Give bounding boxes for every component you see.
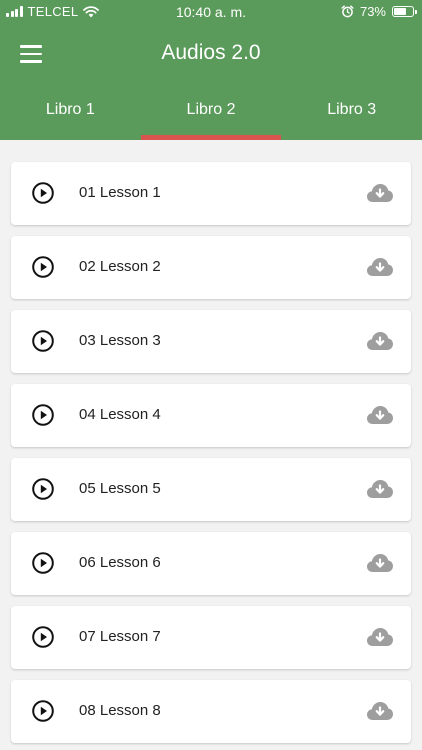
cloud-download-icon[interactable]: [366, 552, 394, 574]
cloud-download-icon[interactable]: [366, 404, 394, 426]
battery-percent: 73%: [359, 4, 386, 19]
list-item[interactable]: 08 Lesson 8: [11, 680, 411, 743]
play-circle-icon[interactable]: [32, 182, 54, 204]
cloud-download-icon[interactable]: [366, 256, 394, 278]
play-circle-icon[interactable]: [32, 330, 54, 352]
play-circle-icon[interactable]: [32, 256, 54, 278]
lesson-list: 01 Lesson 1 02 Lesson 2 03 Lesson 3 04 Less…: [0, 140, 422, 750]
list-item[interactable]: 04 Lesson 4: [11, 384, 411, 447]
lesson-label: 03 Lesson 3: [79, 332, 161, 349]
play-circle-icon[interactable]: [32, 626, 54, 648]
lesson-label: 01 Lesson 1: [79, 184, 161, 201]
status-right: 73%: [341, 4, 417, 19]
tab-libro-2[interactable]: Libro 2: [140, 88, 282, 140]
lesson-label: 08 Lesson 8: [79, 702, 161, 719]
play-circle-icon[interactable]: [32, 404, 54, 426]
list-item[interactable]: 03 Lesson 3: [11, 310, 411, 373]
alarm-icon: [341, 5, 354, 18]
play-circle-icon[interactable]: [32, 700, 54, 722]
cloud-download-icon[interactable]: [366, 478, 394, 500]
page-title: Audios 2.0: [161, 41, 261, 64]
list-item[interactable]: 02 Lesson 2: [11, 236, 411, 299]
tab-libro-3[interactable]: Libro 3: [281, 88, 422, 140]
list-item[interactable]: 01 Lesson 1: [11, 162, 411, 225]
status-bar: TELCEL 10:40 a. m. 73%: [0, 0, 422, 24]
list-item[interactable]: 07 Lesson 7: [11, 606, 411, 669]
list-item[interactable]: 06 Lesson 6: [11, 532, 411, 595]
lesson-label: 06 Lesson 6: [79, 554, 161, 571]
list-item[interactable]: 05 Lesson 5: [11, 458, 411, 521]
app-bar: Audios 2.0 Libro 1 Libro 2 Libro 3: [0, 24, 422, 140]
lesson-label: 05 Lesson 5: [79, 480, 161, 497]
cloud-download-icon[interactable]: [366, 182, 394, 204]
tab-bar: Libro 1 Libro 2 Libro 3: [0, 88, 422, 140]
lesson-label: 02 Lesson 2: [79, 258, 161, 275]
cloud-download-icon[interactable]: [366, 330, 394, 352]
play-circle-icon[interactable]: [32, 552, 54, 574]
cloud-download-icon[interactable]: [366, 626, 394, 648]
lesson-label: 07 Lesson 7: [79, 628, 161, 645]
cloud-download-icon[interactable]: [366, 700, 394, 722]
play-circle-icon[interactable]: [32, 478, 54, 500]
battery-icon: [392, 6, 417, 17]
tab-libro-1[interactable]: Libro 1: [0, 88, 141, 140]
lesson-label: 04 Lesson 4: [79, 406, 161, 423]
